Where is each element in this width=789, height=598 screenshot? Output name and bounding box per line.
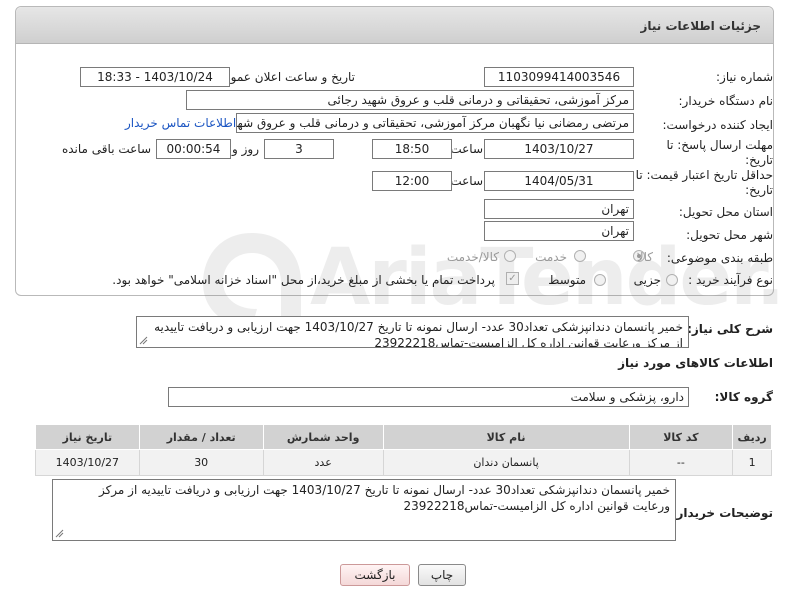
validity-label-date: تاریخ: (745, 183, 773, 197)
header-need-date: تاریخ نیاز (35, 424, 140, 450)
buyer-notes-label: توضیحات خریدار: (671, 506, 773, 520)
buyer-notes-text: خمیر پانسمان دندانپزشکی تعداد30 عدد- ارس… (98, 483, 670, 513)
goods-table: ردیف کد کالا نام کالا واحد شمارش تعداد /… (35, 424, 772, 476)
cell-row-number: 1 (732, 449, 772, 476)
days-label: روز و (232, 142, 259, 156)
cell-item-code: -- (628, 449, 734, 476)
announce-label: تاریخ و ساعت اعلان عمومی: (210, 70, 355, 84)
cell-item-name: پانسمان دندان (382, 449, 630, 476)
days-remaining-field[interactable]: 3 (264, 139, 334, 159)
process-option-minor: جزیی (633, 273, 661, 287)
header-item-name: نام کالا (382, 424, 630, 450)
need-number-field[interactable]: 1103099414003546 (484, 67, 634, 87)
requester-label: ایجاد کننده درخواست: (662, 118, 773, 132)
payment-note: پرداخت تمام یا بخشی از مبلغ خرید،از محل … (112, 273, 495, 287)
deadline-time-label: ساعت (450, 142, 483, 156)
process-radio-medium[interactable] (594, 274, 606, 286)
process-radio-minor[interactable] (666, 274, 678, 286)
requester-field[interactable]: مرتضی رمضانی نیا نگهبان مرکز آموزشی، تحق… (236, 113, 634, 133)
cell-unit: عدد (262, 449, 384, 476)
validity-time-label: ساعت (450, 174, 483, 188)
description-label: شرح کلی نیاز: (687, 322, 773, 336)
header-quantity: تعداد / مقدار (138, 424, 264, 450)
validity-label: حداقل تاریخ اعتبار قیمت: تا (635, 168, 773, 182)
deadline-label: مهلت ارسال پاسخ: تا (666, 138, 773, 152)
panel-header: جزئیات اطلاعات نیاز (16, 7, 773, 44)
category-label: طبقه بندی موضوعی: (666, 251, 773, 265)
description-textarea[interactable]: خمیر پانسمان دندانپزشکی تعداد30 عدد- ارس… (136, 316, 689, 348)
cell-need-date: 1403/10/27 (35, 449, 140, 476)
announce-datetime-field[interactable]: 1403/10/24 - 18:33 (80, 67, 230, 87)
buyer-contact-link[interactable]: اطلاعات تماس خریدار (125, 116, 236, 130)
deadline-label-date: تاریخ: (745, 153, 773, 167)
category-radio-goods-service[interactable] (504, 250, 516, 262)
validity-date-field[interactable]: 1404/05/31 (484, 171, 634, 191)
goods-group-field[interactable]: دارو، پزشکی و سلامت (168, 387, 689, 407)
deadline-date-field[interactable]: 1403/10/27 (484, 139, 634, 159)
category-option-goods-service: کالا/خدمت (446, 250, 499, 264)
buyer-org-label: نام دستگاه خریدار: (678, 94, 774, 108)
page-title: جزئیات اطلاعات نیاز (640, 19, 761, 33)
deadline-time-field[interactable]: 18:50 (372, 139, 452, 159)
cell-quantity: 30 (138, 449, 264, 476)
goods-info-title: اطلاعات کالاهای مورد نیاز (618, 356, 773, 370)
header-row-number: ردیف (732, 424, 772, 450)
remaining-time-label: ساعت باقی مانده (61, 142, 151, 156)
process-label: نوع فرآیند خرید : (688, 273, 773, 287)
header-unit: واحد شمارش (262, 424, 384, 450)
print-button[interactable]: چاپ (418, 564, 466, 586)
table-row: 1 -- پانسمان دندان عدد 30 1403/10/27 (35, 449, 772, 476)
table-header-row: ردیف کد کالا نام کالا واحد شمارش تعداد /… (35, 424, 772, 450)
buyer-org-field[interactable]: مرکز آموزشی، تحقیقاتی و درمانی قلب و عرو… (186, 90, 634, 110)
category-radio-service[interactable] (574, 250, 586, 262)
description-text: خمیر پانسمان دندانپزشکی تعداد30 عدد- ارس… (154, 320, 683, 348)
resize-grip-icon[interactable] (55, 529, 64, 538)
city-label: شهر محل تحویل: (686, 228, 773, 242)
category-option-goods: کالا (636, 250, 653, 264)
remaining-time-field[interactable]: 00:00:54 (156, 139, 231, 159)
back-button[interactable]: بازگشت (340, 564, 410, 586)
process-option-medium: متوسط (548, 273, 586, 287)
header-item-code: کد کالا (628, 424, 734, 450)
goods-group-label: گروه کالا: (714, 390, 773, 404)
treasury-checkbox[interactable]: ✓ (506, 272, 519, 285)
resize-grip-icon[interactable] (139, 336, 148, 345)
city-field[interactable]: تهران (484, 221, 634, 241)
category-option-service: خدمت (535, 250, 567, 264)
need-number-label: شماره نیاز: (716, 70, 773, 84)
province-label: استان محل تحویل: (678, 205, 773, 219)
buyer-notes-textarea[interactable]: خمیر پانسمان دندانپزشکی تعداد30 عدد- ارس… (52, 479, 676, 541)
validity-time-field[interactable]: 12:00 (372, 171, 452, 191)
province-field[interactable]: تهران (484, 199, 634, 219)
